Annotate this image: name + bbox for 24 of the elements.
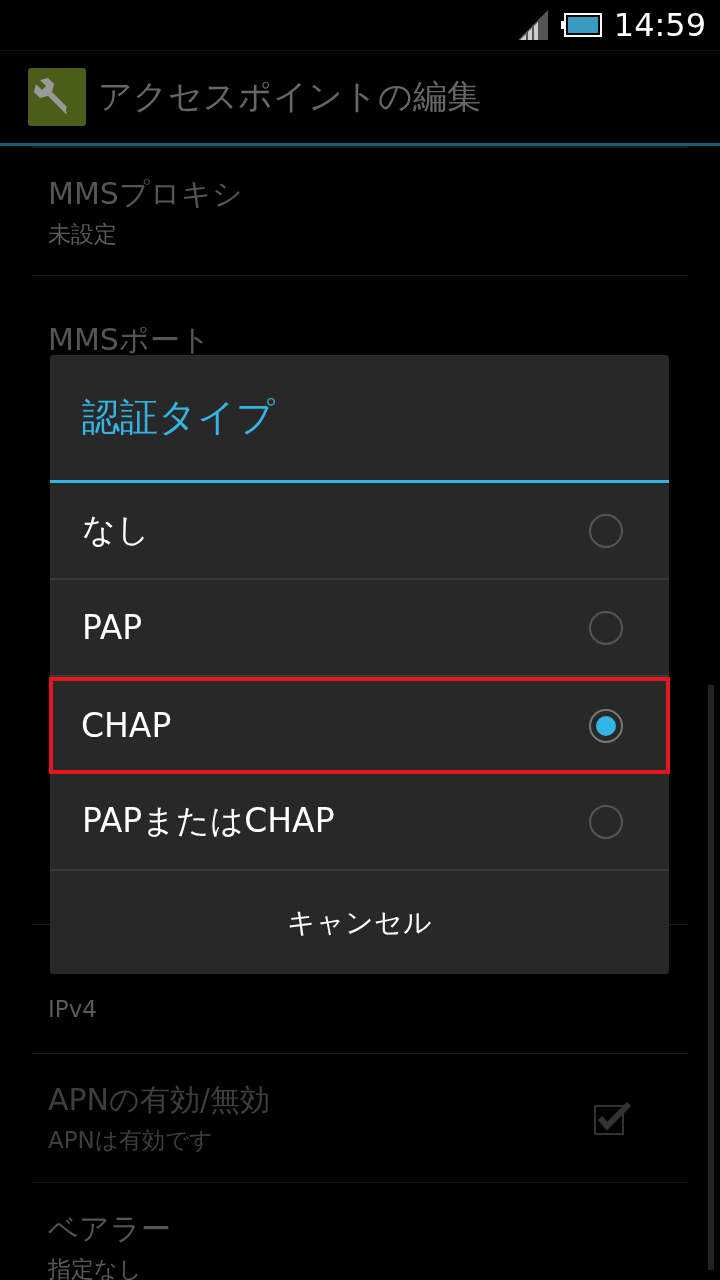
option-label: PAPまたはCHAP <box>82 800 335 842</box>
option-label: なし <box>82 509 150 551</box>
option-item[interactable]: PAP <box>50 580 669 677</box>
option-item[interactable]: なし <box>50 483 669 580</box>
setting-title: MMSプロキシ <box>48 174 244 213</box>
setting-title: ベアラー <box>48 1210 172 1248</box>
option-label: PAP <box>82 608 143 647</box>
setting-summary: IPv4 <box>48 995 98 1022</box>
setting-summary: APNは有効です <box>48 1126 214 1155</box>
screen-title: アクセスポイントの編集 <box>98 75 481 118</box>
radio-button[interactable] <box>589 513 623 548</box>
option-label: CHAP <box>81 706 172 745</box>
radio-button[interactable] <box>589 804 623 839</box>
battery-icon <box>559 13 602 37</box>
radio-button[interactable] <box>589 708 623 743</box>
option-item[interactable]: CHAP <box>49 677 670 774</box>
signal-icon <box>517 10 548 40</box>
setting-title: APNの有効/無効 <box>48 1081 272 1119</box>
radio-button[interactable] <box>589 610 623 645</box>
option-item[interactable]: PAPまたはCHAP <box>50 774 669 871</box>
dialog-title: 認証タイプ <box>50 355 669 483</box>
wrench-icon[interactable] <box>28 68 86 126</box>
setting-summary: 未設定 <box>48 219 118 249</box>
clock-time: 14:59 <box>613 6 706 44</box>
